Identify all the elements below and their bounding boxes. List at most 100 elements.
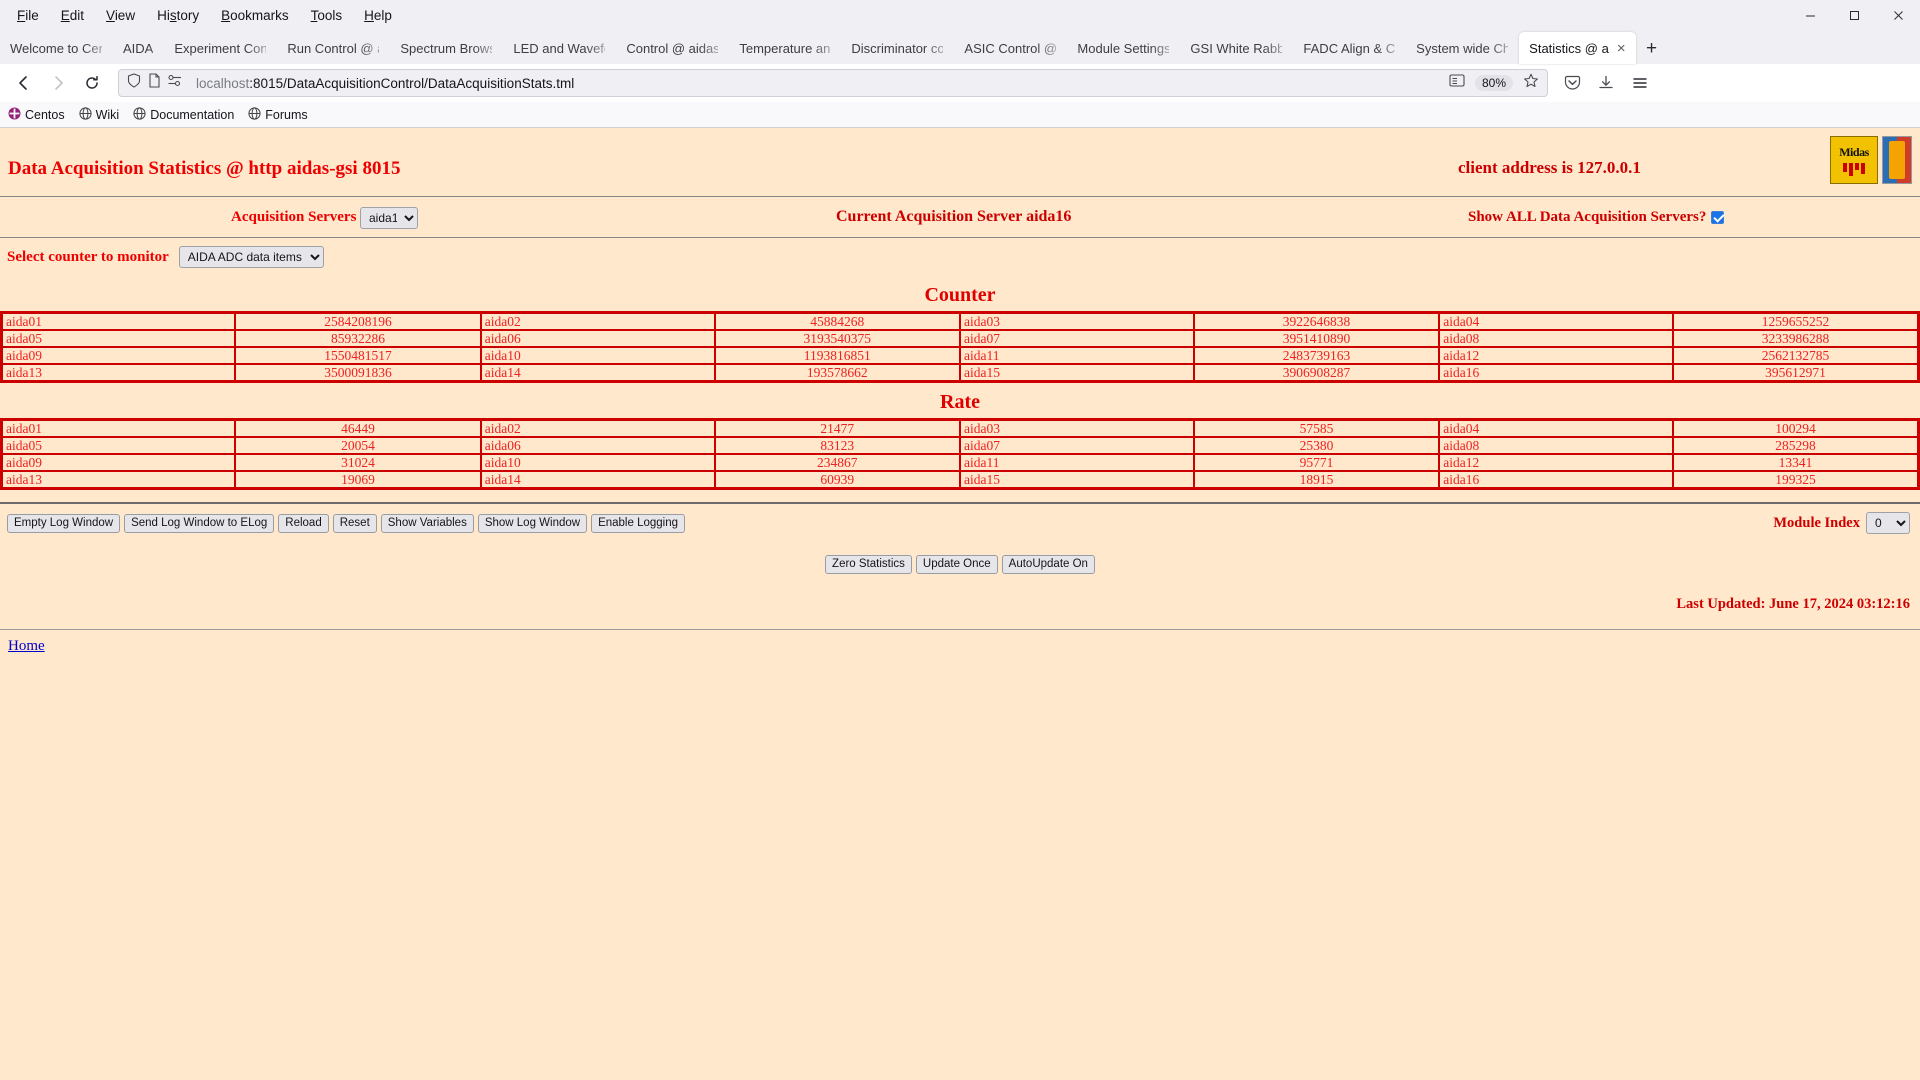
footer-divider: [0, 629, 1920, 630]
node-value-cell: 2584208196: [234, 311, 482, 331]
show-all-servers-control[interactable]: Show ALL Data Acquisition Servers?: [1468, 208, 1725, 226]
show-all-servers-checkbox[interactable]: [1711, 210, 1725, 224]
node-value-cell: 2483739163: [1192, 346, 1441, 365]
reader-view-icon[interactable]: [1449, 73, 1465, 93]
menu-history[interactable]: History: [146, 5, 210, 26]
url-path: :8015/DataAcquisitionControl/DataAcquisi…: [249, 75, 575, 91]
tab-item[interactable]: Module Settings: [1067, 32, 1179, 64]
url-bar[interactable]: localhost:8015/DataAcquisitionControl/Da…: [118, 69, 1548, 97]
bookmark-label: Forums: [265, 107, 308, 122]
tab-item[interactable]: System wide Ch: [1406, 32, 1518, 64]
node-name-cell: aida16: [1438, 363, 1675, 383]
node-name-cell: aida04: [1438, 418, 1675, 438]
node-name-cell: aida14: [479, 363, 716, 383]
statistics-button[interactable]: AutoUpdate On: [1001, 555, 1095, 574]
log-button[interactable]: Empty Log Window: [7, 514, 121, 533]
aida-logo: [1882, 136, 1912, 184]
bookmark-item[interactable]: Documentation: [133, 106, 234, 123]
node-value-cell: 2562132785: [1672, 346, 1920, 365]
tab-label: ASIC Control @: [964, 40, 1057, 56]
show-all-servers-label: Show ALL Data Acquisition Servers?: [1468, 208, 1707, 225]
tab-item[interactable]: AIDA: [113, 32, 163, 64]
tab-item[interactable]: Spectrum Brows: [390, 32, 502, 64]
bookmark-label: Wiki: [95, 107, 120, 122]
minimize-icon[interactable]: [1788, 0, 1832, 30]
statistics-button[interactable]: Update Once: [915, 555, 998, 574]
node-value-cell: 25380: [1192, 436, 1441, 455]
page-info-icon[interactable]: [148, 73, 161, 93]
node-value-cell: 60939: [713, 470, 961, 490]
app-menu-icon[interactable]: [1624, 68, 1656, 98]
tab-item[interactable]: Control @ aidas: [616, 32, 728, 64]
reload-icon[interactable]: [76, 68, 108, 98]
tab-item[interactable]: LED and Wavefo: [503, 32, 615, 64]
node-value-cell: 395612971: [1672, 363, 1920, 383]
url-text[interactable]: localhost:8015/DataAcquisitionControl/Da…: [190, 76, 1442, 91]
tab-label: Statistics @ a: [1529, 40, 1609, 56]
downloads-icon[interactable]: [1590, 68, 1622, 98]
tab-label: Welcome to Cen: [10, 40, 102, 56]
node-value-cell: 3906908287: [1192, 363, 1441, 383]
node-value-cell: 199325: [1672, 470, 1920, 490]
maximize-icon[interactable]: [1832, 0, 1876, 30]
tab-label: AIDA: [123, 40, 154, 56]
tab-label: Temperature an: [739, 40, 831, 56]
tab-item[interactable]: ASIC Control @: [954, 32, 1066, 64]
acquisition-server-select[interactable]: aida16: [360, 207, 418, 229]
tab-item[interactable]: Welcome to Cen: [0, 32, 112, 64]
tab-label: GSI White Rabb: [1190, 40, 1283, 56]
log-button[interactable]: Reload: [278, 514, 329, 533]
tab-item[interactable]: Discriminator co: [841, 32, 953, 64]
log-button[interactable]: Reset: [332, 514, 377, 533]
node-value-cell: 31024: [234, 453, 482, 472]
node-name-cell: aida11: [958, 453, 1195, 472]
module-index-select[interactable]: 0: [1866, 512, 1910, 534]
close-icon[interactable]: [1876, 0, 1920, 30]
pocket-icon[interactable]: [1556, 68, 1588, 98]
tab-item[interactable]: Run Control @ a: [277, 32, 389, 64]
bookmark-item[interactable]: Forums: [248, 106, 308, 123]
tab-item[interactable]: GSI White Rabb: [1180, 32, 1292, 64]
permissions-icon[interactable]: [168, 74, 183, 92]
menu-bookmarks[interactable]: Bookmarks: [210, 5, 300, 26]
counter-select[interactable]: AIDA ADC data items: [178, 246, 324, 268]
menu-tools[interactable]: Tools: [300, 5, 354, 26]
log-button[interactable]: Show Variables: [380, 514, 474, 533]
menu-file[interactable]: File: [6, 5, 50, 26]
menu-view[interactable]: View: [95, 5, 146, 26]
tab-item[interactable]: Temperature an: [729, 32, 840, 64]
bookmark-label: Centos: [25, 107, 65, 122]
bookmark-item[interactable]: Centos: [8, 107, 65, 123]
log-button[interactable]: Enable Logging: [591, 514, 686, 533]
midas-logo: Midas: [1830, 136, 1878, 184]
bookmarks-bar: Centos Wiki Documentation Forums: [0, 102, 1920, 128]
node-name-cell: aida08: [1438, 436, 1675, 455]
bookmark-item[interactable]: Wiki: [79, 106, 120, 123]
menu-help[interactable]: Help: [353, 5, 403, 26]
navigation-toolbar: localhost:8015/DataAcquisitionControl/Da…: [0, 64, 1920, 102]
shield-icon[interactable]: [127, 73, 141, 93]
node-name-cell: aida03: [958, 311, 1195, 331]
node-value-cell: 1550481517: [234, 346, 482, 365]
log-button[interactable]: Show Log Window: [477, 514, 588, 533]
menu-bar: File Edit View History Bookmarks Tools H…: [0, 0, 1920, 30]
node-name-cell: aida09: [0, 346, 237, 365]
forward-arrow-icon[interactable]: [42, 68, 74, 98]
page-title: Data Acquisition Statistics @ http aidas…: [8, 158, 401, 179]
tab-item[interactable]: Experiment Cont: [164, 32, 276, 64]
node-name-cell: aida02: [479, 418, 716, 438]
node-value-cell: 21477: [713, 418, 961, 438]
table-row: aida09 31024 aida10 234867 aida11 95771 aida12…: [0, 453, 1920, 472]
home-link[interactable]: Home: [8, 638, 45, 655]
new-tab-button[interactable]: +: [1637, 34, 1667, 64]
bookmark-star-icon[interactable]: [1523, 73, 1539, 93]
tab-close-icon[interactable]: ×: [1617, 41, 1626, 56]
node-name-cell: aida05: [0, 436, 237, 455]
statistics-button[interactable]: Zero Statistics: [825, 555, 912, 574]
log-button[interactable]: Send Log Window to ELog: [124, 514, 275, 533]
back-arrow-icon[interactable]: [8, 68, 40, 98]
tab-active[interactable]: Statistics @ a ×: [1519, 32, 1636, 64]
zoom-level-indicator[interactable]: 80%: [1474, 75, 1513, 91]
tab-item[interactable]: FADC Align & C: [1293, 32, 1405, 64]
menu-edit[interactable]: Edit: [50, 5, 95, 26]
